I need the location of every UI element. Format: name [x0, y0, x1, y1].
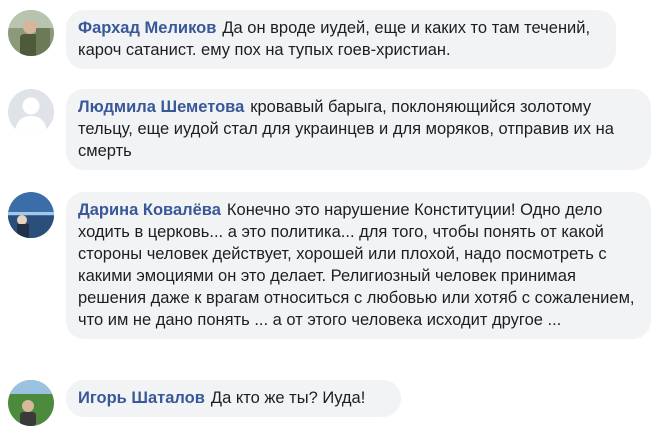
default-avatar-icon [8, 89, 54, 135]
comment-author[interactable]: Игорь Шаталов [78, 389, 205, 407]
comment-author[interactable]: Дарина Ковалёва [78, 201, 221, 219]
comment-text: Конечно это нарушение Конституции! Одно … [78, 201, 635, 329]
user-photo-icon [8, 192, 54, 238]
avatar[interactable] [8, 380, 54, 426]
avatar[interactable] [8, 192, 54, 238]
avatar[interactable] [8, 89, 54, 135]
comment-text: Да кто же ты? Иуда! [210, 389, 366, 407]
user-photo-icon [8, 380, 54, 426]
comment-bubble: Людмила Шеметова кровавый барыга, поклоня… [66, 89, 651, 170]
comment-bubble: Фархад Меликов Да он вроде иудей, еще и к… [66, 10, 616, 69]
comment-bubble: Дарина Ковалёва Конечно это нарушение Кон… [66, 192, 651, 339]
avatar[interactable] [8, 10, 54, 56]
user-photo-icon [8, 10, 54, 56]
comment-author[interactable]: Людмила Шеметова [78, 98, 244, 116]
comment-bubble: Игорь Шаталов Да кто же ты? Иуда! [66, 380, 401, 417]
comment-author[interactable]: Фархад Меликов [78, 19, 216, 37]
